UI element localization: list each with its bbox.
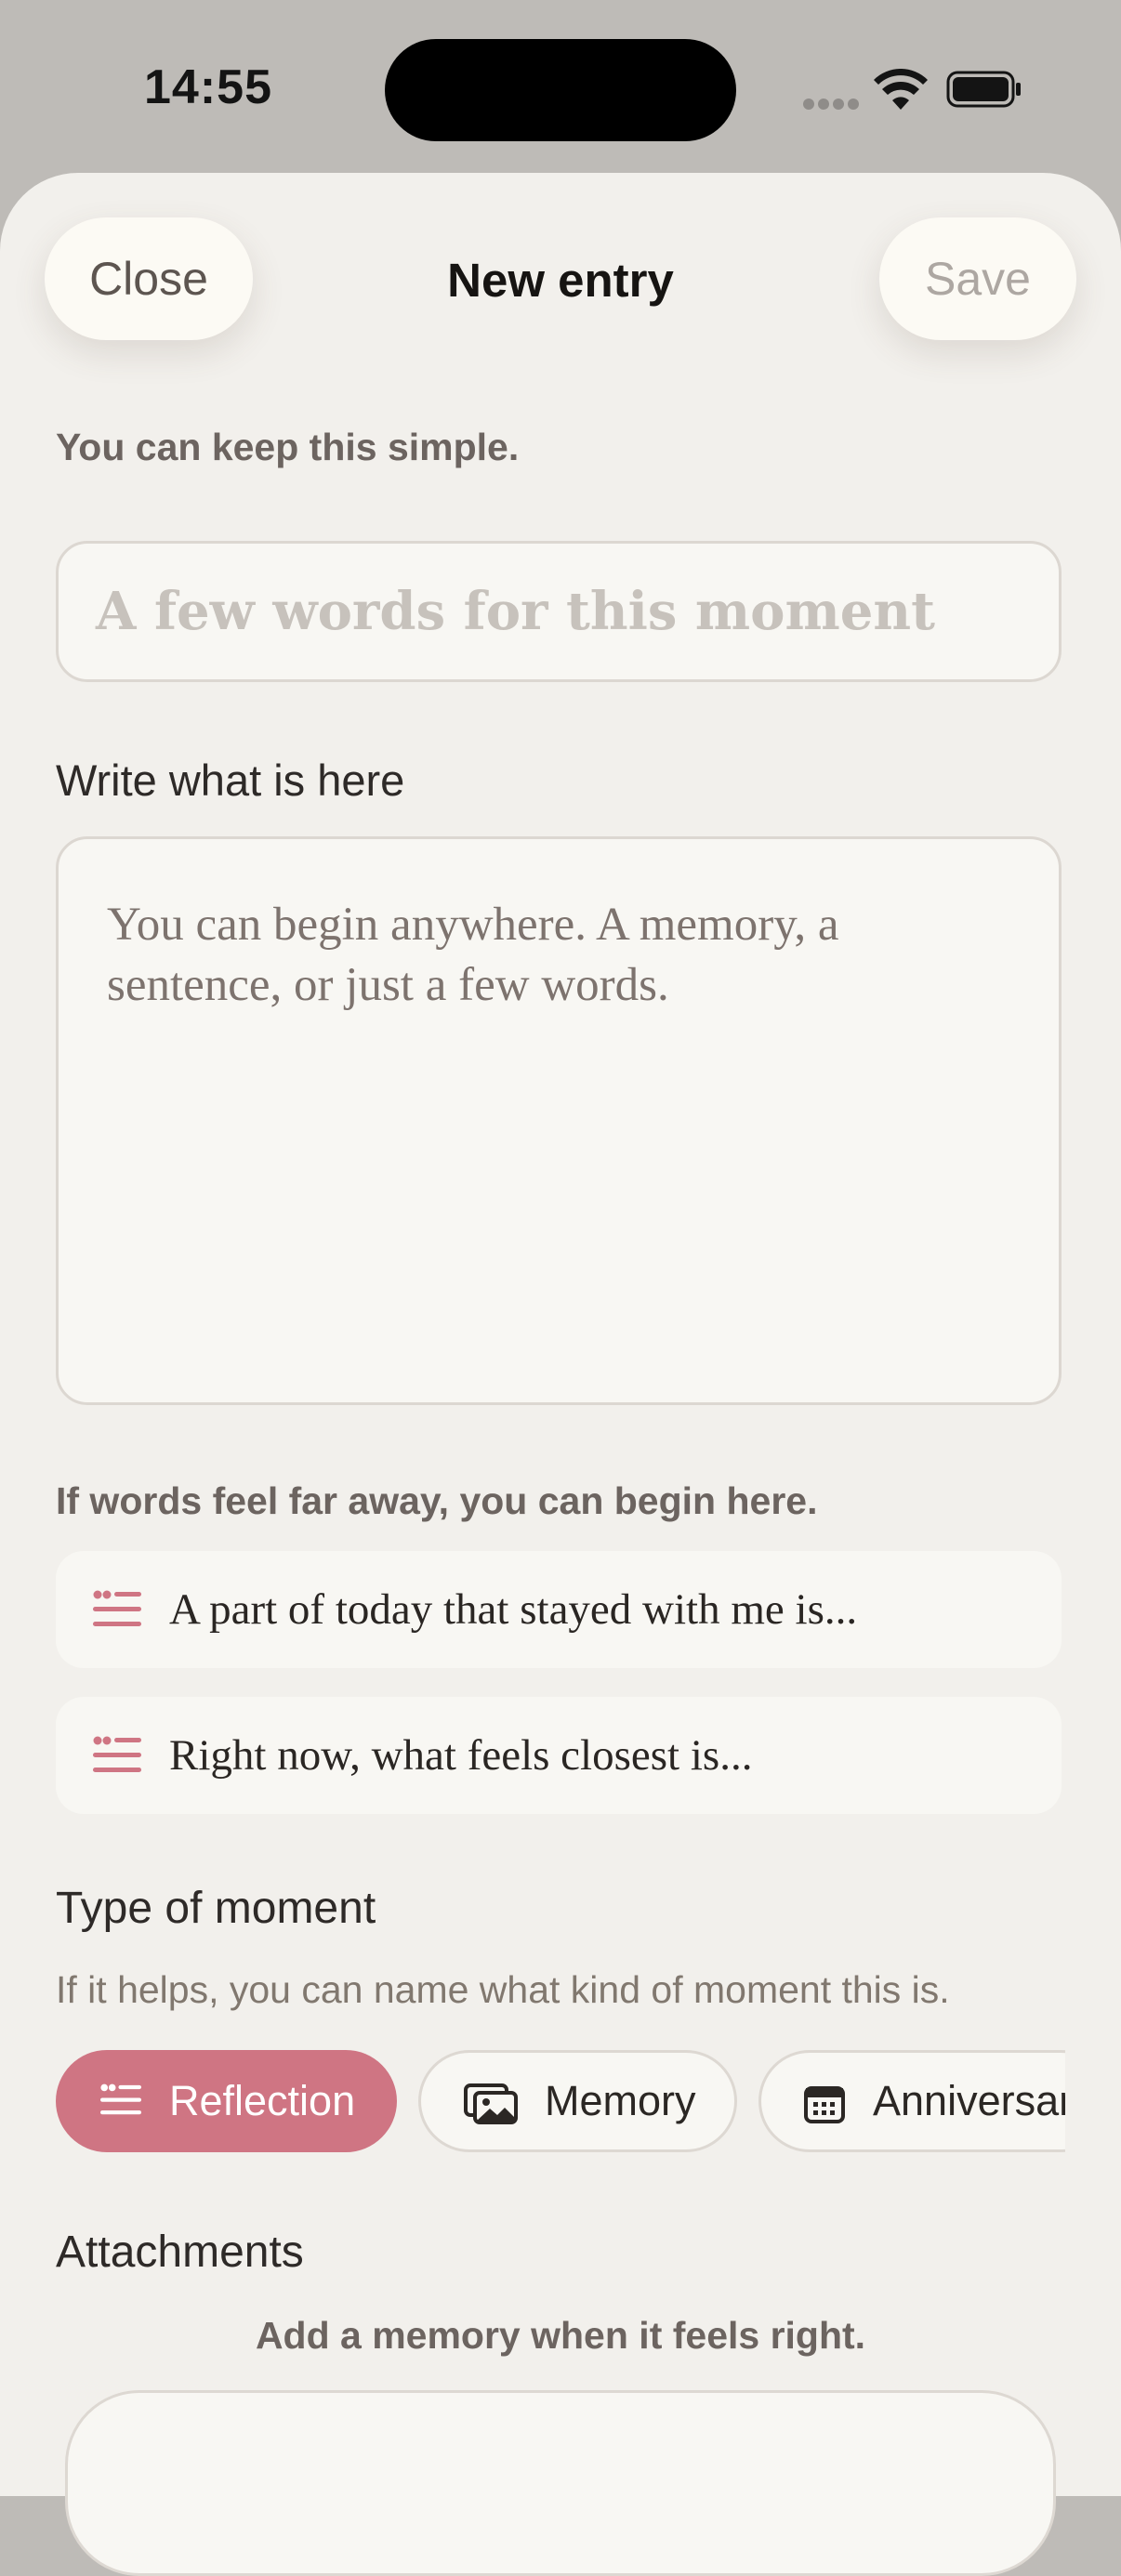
chip-anniversary[interactable]: Anniversary <box>758 2050 1065 2152</box>
quote-lines-icon <box>100 2083 141 2115</box>
moment-type-subtitle: If it helps, you can name what kind of m… <box>56 1968 950 2011</box>
moment-type-chips: Reflection Memory Anniversary <box>56 2050 1065 2152</box>
dynamic-island <box>385 39 736 141</box>
add-attachment-card[interactable] <box>65 2390 1056 2576</box>
chip-label: Reflection <box>169 2077 356 2124</box>
battery-icon <box>946 71 1021 108</box>
status-bar: 14:55 <box>0 0 1121 177</box>
title-placeholder: A few words for this moment <box>96 581 935 642</box>
quote-lines-icon <box>93 1590 141 1626</box>
chip-reflection[interactable]: Reflection <box>56 2050 397 2152</box>
entry-body-textarea[interactable]: You can begin anywhere. A memory, a sent… <box>56 836 1062 1405</box>
entry-title-input[interactable]: A few words for this moment <box>56 541 1062 682</box>
calendar-icon <box>804 2086 845 2123</box>
attachments-title: Attachments <box>56 2228 304 2277</box>
quote-lines-icon <box>93 1736 141 1772</box>
prompts-hint: If words feel far away, you can begin he… <box>56 1479 818 1522</box>
photos-icon <box>464 2083 518 2124</box>
attachments-subtitle: Add a memory when it feels right. <box>255 2314 866 2357</box>
chip-label: Anniversary <box>873 2077 1065 2124</box>
chip-memory[interactable]: Memory <box>418 2050 737 2152</box>
simple-hint: You can keep this simple. <box>56 426 520 468</box>
cellular-signal-icon <box>803 99 859 112</box>
prompt-card[interactable]: Right now, what feels closest is... <box>56 1697 1062 1814</box>
write-label: Write what is here <box>56 756 405 805</box>
chip-label: Memory <box>545 2077 696 2124</box>
status-time: 14:55 <box>144 60 272 114</box>
prompt-text: A part of today that stayed with me is..… <box>169 1585 858 1634</box>
save-button[interactable]: Save <box>879 217 1076 340</box>
prompt-text: Right now, what feels closest is... <box>169 1731 753 1780</box>
wifi-icon <box>874 69 928 110</box>
body-placeholder: You can begin anywhere. A memory, a sent… <box>107 899 839 1011</box>
prompt-card[interactable]: A part of today that stayed with me is..… <box>56 1551 1062 1668</box>
moment-type-title: Type of moment <box>56 1884 376 1933</box>
